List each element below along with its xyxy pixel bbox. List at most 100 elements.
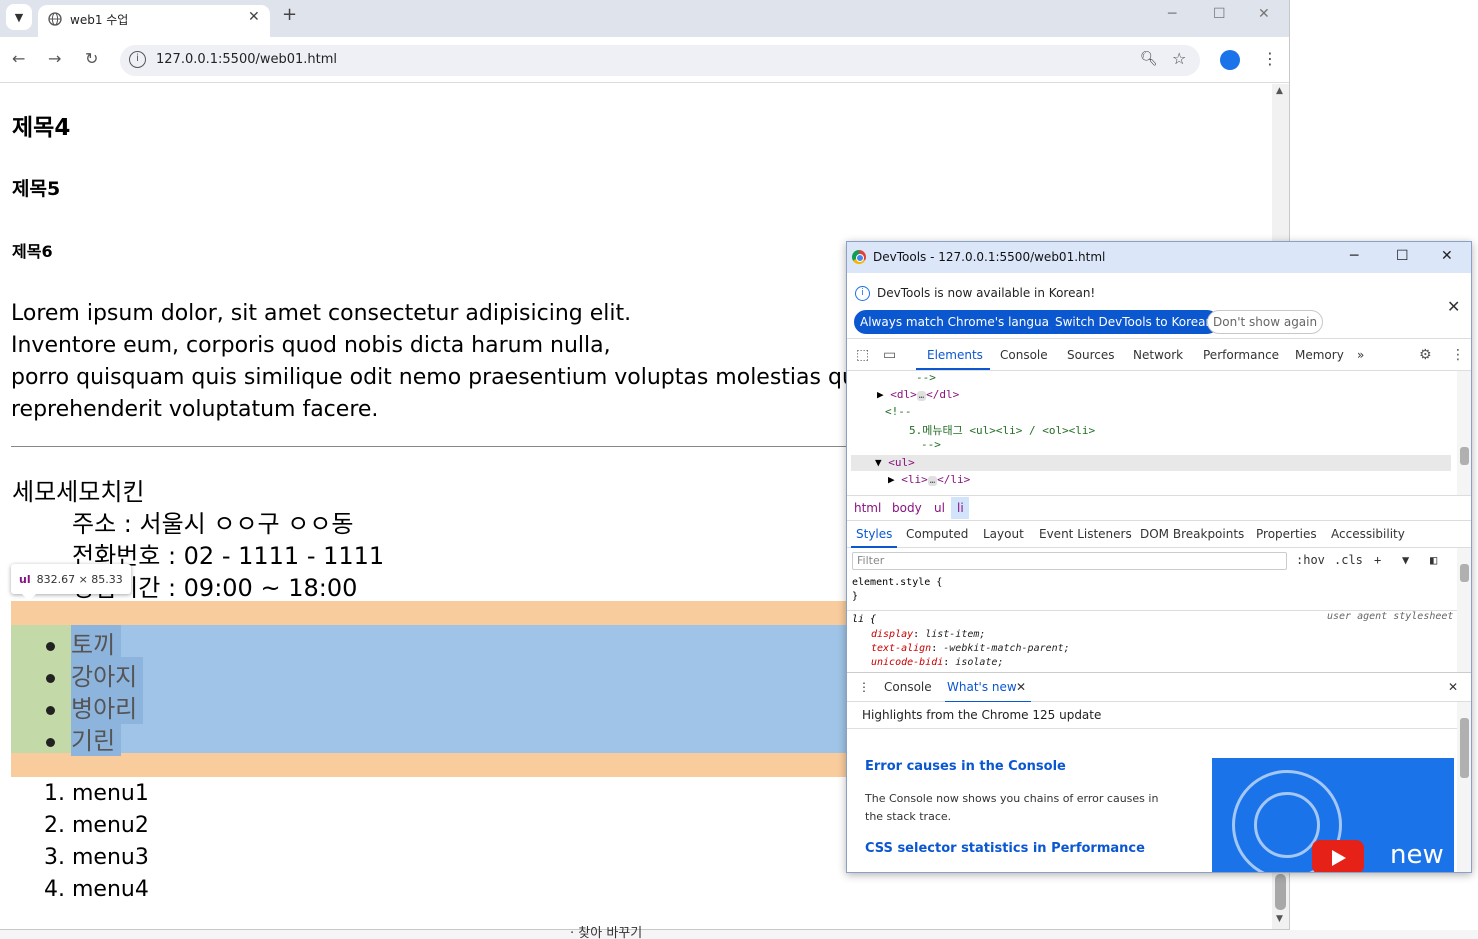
tooltip-arrow bbox=[22, 594, 36, 601]
tab-layout[interactable]: Layout bbox=[983, 527, 1024, 541]
tab-performance[interactable]: Performance bbox=[1203, 348, 1279, 362]
maximize-icon[interactable]: ☐ bbox=[1213, 6, 1226, 22]
profile-avatar-icon[interactable] bbox=[1220, 50, 1240, 70]
more-tabs-icon[interactable]: » bbox=[1357, 348, 1364, 362]
dom-scroll-thumb[interactable] bbox=[1460, 447, 1469, 465]
css-property[interactable]: unicode-bidi: isolate; bbox=[871, 657, 1003, 668]
minimize-icon[interactable]: ─ bbox=[1168, 6, 1176, 22]
bullet bbox=[46, 705, 55, 715]
chevron-down-icon: ▼ bbox=[14, 10, 24, 24]
drawer-close-icon[interactable]: ✕ bbox=[1448, 680, 1458, 694]
element-style-rule[interactable]: element.style { bbox=[852, 577, 942, 588]
whats-new-scroll-thumb[interactable] bbox=[1460, 718, 1469, 778]
dom-tree-scrollbar[interactable] bbox=[1457, 371, 1471, 495]
tab-dom-breakpoints[interactable]: DOM Breakpoints bbox=[1140, 527, 1244, 541]
youtube-play-icon[interactable] bbox=[1312, 840, 1364, 872]
tab-properties[interactable]: Properties bbox=[1256, 527, 1317, 541]
settings-gear-icon[interactable]: ⚙ bbox=[1419, 347, 1432, 363]
crumb-ul[interactable]: ul bbox=[934, 501, 945, 515]
whats-new-link-error-causes[interactable]: Error causes in the Console bbox=[865, 759, 1066, 774]
styles-scrollbar[interactable] bbox=[1457, 548, 1471, 672]
whats-new-link-css-selector[interactable]: CSS selector statistics in Performance bbox=[865, 841, 1145, 856]
devtools-minimize-icon[interactable]: ─ bbox=[1350, 248, 1358, 264]
tab-accessibility[interactable]: Accessibility bbox=[1331, 527, 1405, 541]
tab-search-button[interactable]: ▼ bbox=[6, 4, 32, 30]
styles-filter-input[interactable]: Filter bbox=[852, 552, 1287, 570]
dont-show-again-button[interactable]: Don't show again bbox=[1207, 310, 1324, 334]
css-property[interactable]: display: list-item; bbox=[871, 629, 985, 640]
tab-network[interactable]: Network bbox=[1133, 348, 1183, 362]
url-text: 127.0.0.1:5500/web01.html bbox=[156, 52, 338, 67]
reload-icon[interactable]: ↻ bbox=[85, 49, 98, 68]
toggle-sidebar-icon[interactable]: ◧ bbox=[1430, 553, 1437, 567]
close-window-icon[interactable]: ✕ bbox=[1258, 6, 1270, 22]
dom-node-dl[interactable]: ▶ <dl>… </dl> bbox=[877, 388, 959, 401]
address-bar[interactable]: i 127.0.0.1:5500/web01.html 🔍︎ ☆ bbox=[120, 45, 1200, 76]
crumb-body[interactable]: body bbox=[892, 501, 922, 515]
back-icon[interactable]: ← bbox=[12, 49, 25, 68]
hover-state-button[interactable]: :hov bbox=[1296, 553, 1325, 567]
devtools-menu-icon[interactable]: ⋮ bbox=[1451, 347, 1465, 363]
new-tab-button[interactable]: + bbox=[282, 4, 297, 25]
scroll-up-icon[interactable]: ▲ bbox=[1276, 86, 1283, 96]
bullet bbox=[46, 641, 55, 651]
scroll-thumb[interactable] bbox=[1275, 874, 1286, 910]
tooltip-size: 832.67 × 85.33 bbox=[36, 572, 123, 586]
devtools-maximize-icon[interactable]: ☐ bbox=[1396, 248, 1409, 264]
dom-comment-end: --> bbox=[916, 371, 936, 384]
bookmark-star-icon[interactable]: ☆ bbox=[1172, 49, 1186, 68]
whats-new-video-thumbnail[interactable]: new bbox=[1212, 758, 1454, 872]
more-menu-icon[interactable]: ⋮ bbox=[1262, 49, 1278, 68]
forward-icon[interactable]: → bbox=[48, 49, 61, 68]
infobar-close-icon[interactable]: ✕ bbox=[1447, 297, 1460, 316]
devtools-close-icon[interactable]: ✕ bbox=[1441, 248, 1453, 264]
styles-scroll-thumb[interactable] bbox=[1460, 564, 1469, 582]
dom-node-ul[interactable]: ▼ <ul> bbox=[875, 456, 915, 469]
tab-memory[interactable]: Memory bbox=[1295, 348, 1344, 362]
drawer-tab-whats-new[interactable]: What's new bbox=[947, 680, 1017, 694]
tab-console[interactable]: Console bbox=[1000, 348, 1048, 362]
device-toolbar-icon[interactable]: ▭ bbox=[883, 347, 896, 363]
new-rule-icon[interactable]: + bbox=[1374, 553, 1381, 567]
li-rule-selector[interactable]: li { bbox=[852, 614, 876, 625]
ordered-list-item: 2. menu2 bbox=[44, 813, 149, 838]
scroll-down-icon[interactable]: ▼ bbox=[1276, 914, 1283, 924]
whats-new-panel: Highlights from the Chrome 125 update Er… bbox=[847, 702, 1457, 872]
tab-event-listeners[interactable]: Event Listeners bbox=[1039, 527, 1132, 541]
browser-tab[interactable]: web1 수업 ✕ bbox=[38, 5, 270, 37]
crumb-li[interactable]: li bbox=[957, 501, 964, 515]
match-language-button[interactable]: Always match Chrome's language bbox=[854, 310, 1070, 334]
inspect-element-icon[interactable]: ⬚ bbox=[856, 347, 869, 363]
styles-toolbar: Filter :hov .cls + ▼ ◧ bbox=[847, 548, 1457, 574]
tab-elements[interactable]: Elements bbox=[927, 348, 983, 362]
tab-close-icon[interactable]: ✕ bbox=[248, 9, 260, 25]
selected-dom-row bbox=[851, 455, 1451, 471]
element-style-close: } bbox=[852, 591, 859, 602]
ordered-list-item: 3. menu3 bbox=[44, 845, 149, 870]
whats-new-heading: Highlights from the Chrome 125 update bbox=[862, 708, 1102, 722]
tab-strip: ▼ web1 수업 ✕ + ─ ☐ ✕ bbox=[0, 0, 1289, 37]
class-button[interactable]: .cls bbox=[1334, 553, 1363, 567]
site-info-icon[interactable]: i bbox=[129, 51, 146, 68]
bullet bbox=[46, 737, 55, 747]
heading-6: 제목6 bbox=[12, 242, 53, 261]
tooltip-tag: ul bbox=[19, 572, 31, 586]
paint-icon[interactable]: ▼ bbox=[1402, 553, 1409, 567]
switch-korean-button[interactable]: Switch DevTools to Korean bbox=[1049, 310, 1220, 334]
drawer-tab-close-icon[interactable]: ✕ bbox=[1016, 680, 1026, 694]
tab-computed[interactable]: Computed bbox=[906, 527, 968, 541]
whats-new-scrollbar[interactable] bbox=[1457, 702, 1471, 872]
tab-styles[interactable]: Styles bbox=[856, 527, 892, 541]
devtools-title: DevTools - 127.0.0.1:5500/web01.html bbox=[873, 250, 1106, 264]
drawer-menu-icon[interactable]: ⋮ bbox=[858, 680, 870, 694]
inspect-tooltip: ul 832.67 × 85.33 bbox=[11, 564, 131, 594]
zoom-icon[interactable]: 🔍︎ bbox=[1140, 51, 1158, 67]
crumb-html[interactable]: html bbox=[854, 501, 881, 515]
drawer-tab-console[interactable]: Console bbox=[884, 680, 932, 694]
tab-sources[interactable]: Sources bbox=[1067, 348, 1114, 362]
list-item: 토끼 bbox=[46, 625, 122, 660]
css-property[interactable]: text-align: -webkit-match-parent; bbox=[871, 643, 1070, 654]
dom-node-li[interactable]: ▶ <li>… </li> bbox=[888, 473, 970, 486]
devtools-window: DevTools - 127.0.0.1:5500/web01.html ─ ☐… bbox=[846, 241, 1472, 873]
bullet bbox=[46, 673, 55, 683]
